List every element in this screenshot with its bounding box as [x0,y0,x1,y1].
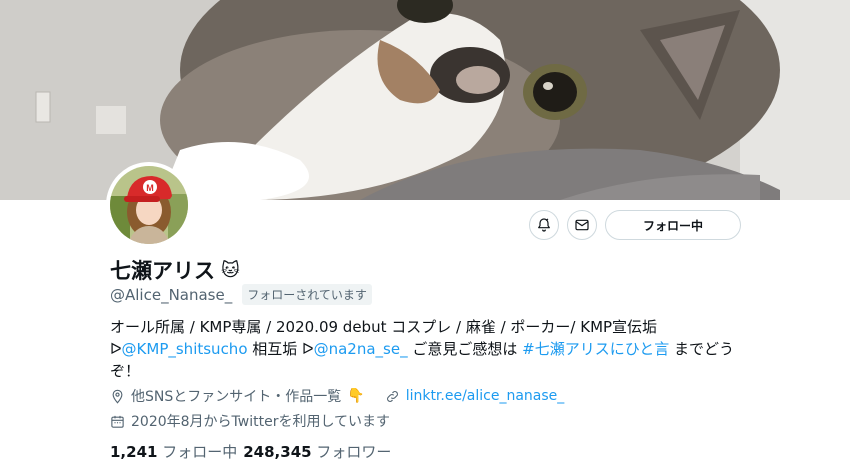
follows-you-badge: フォローされています [242,284,372,305]
avatar-photo: M [110,166,188,244]
following-button[interactable]: フォロー中 [605,210,741,240]
cat-emoji-icon: 🐱 [221,259,240,281]
notifications-button[interactable] [529,210,559,240]
followers-label: フォロワー [316,443,392,461]
arrow-icon: ᐅ [110,340,122,358]
profile-actions: フォロー中 [529,210,741,240]
follow-stats: 1,241 フォロー中 248,345 フォロワー [110,441,391,462]
location-text: 他SNSとファンサイト・作品一覧 [131,389,342,405]
mention-link[interactable]: @KMP_shitsucho [122,340,248,358]
bell-icon [538,218,550,232]
svg-text:M: M [146,183,154,193]
location-item: 他SNSとファンサイト・作品一覧 👇 [110,386,365,406]
profile-bio: オール所属 / KMP専属 / 2020.09 debut コスプレ / 麻雀 … [110,316,750,382]
pointing-down-emoji-icon: 👇 [347,388,365,404]
name-row: 七瀬アリス 🐱 [110,255,240,285]
bio-text: 相互垢 [247,340,303,358]
bio-text: オール所属 / KMP専属 / 2020.09 debut コスプレ / 麻雀 … [110,318,658,336]
joined-row: 2020年8月からTwitterを利用しています [110,411,390,431]
followers-count: 248,345 [243,443,312,461]
following-stat[interactable]: 1,241 フォロー中 [110,441,237,462]
location-pin-icon [112,389,123,404]
display-name: 七瀬アリス [110,259,215,283]
following-label: フォロー中 [162,443,238,461]
hashtag-link[interactable]: #七瀬アリスにひと言 [522,340,669,358]
website-item: linktr.ee/alice_nanase_ [385,388,565,404]
followers-stat[interactable]: 248,345 フォロワー [243,441,391,462]
mention-link[interactable]: @na2na_se_ [314,340,408,358]
mail-icon [575,219,589,231]
arrow-icon: ᐅ [302,340,314,358]
message-button[interactable] [567,210,597,240]
following-count: 1,241 [110,443,158,461]
website-link[interactable]: linktr.ee/alice_nanase_ [406,388,565,404]
link-icon [386,390,398,402]
profile-meta: 他SNSとファンサイト・作品一覧 👇 linktr.ee/alice_nanas… [110,386,564,406]
joined-date: 2020年8月からTwitterを利用しています [131,414,391,430]
calendar-icon [111,415,124,428]
profile-avatar[interactable]: M [106,162,192,248]
user-handle: @Alice_Nanase_ [110,285,233,304]
handle-row: @Alice_Nanase_ フォローされています [110,284,372,305]
bio-text: ご意見ご感想は [407,340,523,358]
